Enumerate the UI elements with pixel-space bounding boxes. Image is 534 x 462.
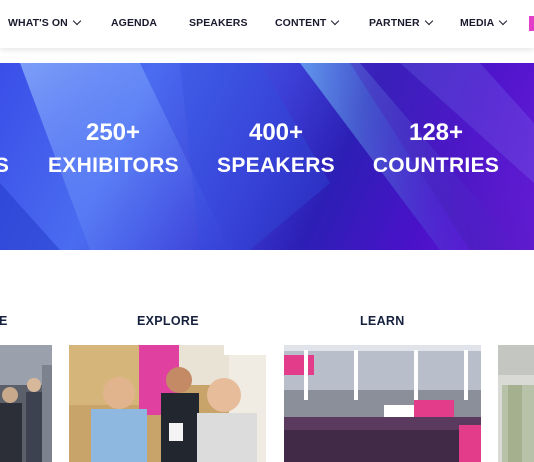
nav-item-partner[interactable]: PARTNER <box>369 16 433 29</box>
stat-exhibitors: 250+ EXHIBITORS <box>48 119 179 179</box>
section-title-learn: LEARN <box>360 314 405 328</box>
nav-accent-button[interactable] <box>529 16 534 31</box>
stat-number: 400+ <box>248 119 304 146</box>
stat-partial: S <box>0 119 12 179</box>
nav-item-whats-on[interactable]: WHAT'S ON <box>8 16 82 29</box>
chevron-down-icon <box>499 16 508 26</box>
nav-item-speakers[interactable]: SPEAKERS <box>189 17 248 29</box>
person-photo[interactable] <box>498 345 534 462</box>
stat-speakers: 400+ SPEAKERS <box>215 119 337 179</box>
chevron-down-icon <box>331 16 340 26</box>
stat-label: S <box>0 154 10 177</box>
stat-number: 250+ <box>85 119 141 146</box>
stat-label: SPEAKERS <box>217 154 335 177</box>
nav-item-label: SPEAKERS <box>189 17 248 29</box>
nav-item-label: PARTNER <box>369 17 420 29</box>
nav-item-label: CONTENT <box>275 17 327 29</box>
stats-banner: S 250+ EXHIBITORS 400+ SPEAKERS 128+ COU… <box>0 63 534 250</box>
stat-countries: 128+ COUNTRIES <box>370 119 502 179</box>
stat-label: EXHIBITORS <box>48 154 179 177</box>
nav-item-media[interactable]: MEDIA <box>460 16 508 29</box>
chevron-down-icon <box>72 16 82 26</box>
nav-item-label: MEDIA <box>460 17 495 29</box>
nav-item-label: AGENDA <box>111 17 158 29</box>
nav-item-agenda[interactable]: AGENDA <box>111 17 157 29</box>
crowd-photo[interactable] <box>0 345 52 462</box>
section-title-partial: E <box>0 314 8 328</box>
people-networking-photo[interactable] <box>69 345 266 462</box>
stat-label: COUNTRIES <box>372 154 500 177</box>
top-navigation: WHAT'S ON AGENDA SPEAKERS CONTENT PARTNE… <box>0 0 534 48</box>
chevron-down-icon <box>424 16 433 26</box>
stat-number <box>0 119 12 147</box>
conference-hall-photo[interactable] <box>284 345 481 462</box>
nav-item-content[interactable]: CONTENT <box>275 16 340 29</box>
section-title-explore: EXPLORE <box>137 314 199 328</box>
nav-item-label: WHAT'S ON <box>8 17 68 29</box>
stat-number: 128+ <box>408 119 464 146</box>
